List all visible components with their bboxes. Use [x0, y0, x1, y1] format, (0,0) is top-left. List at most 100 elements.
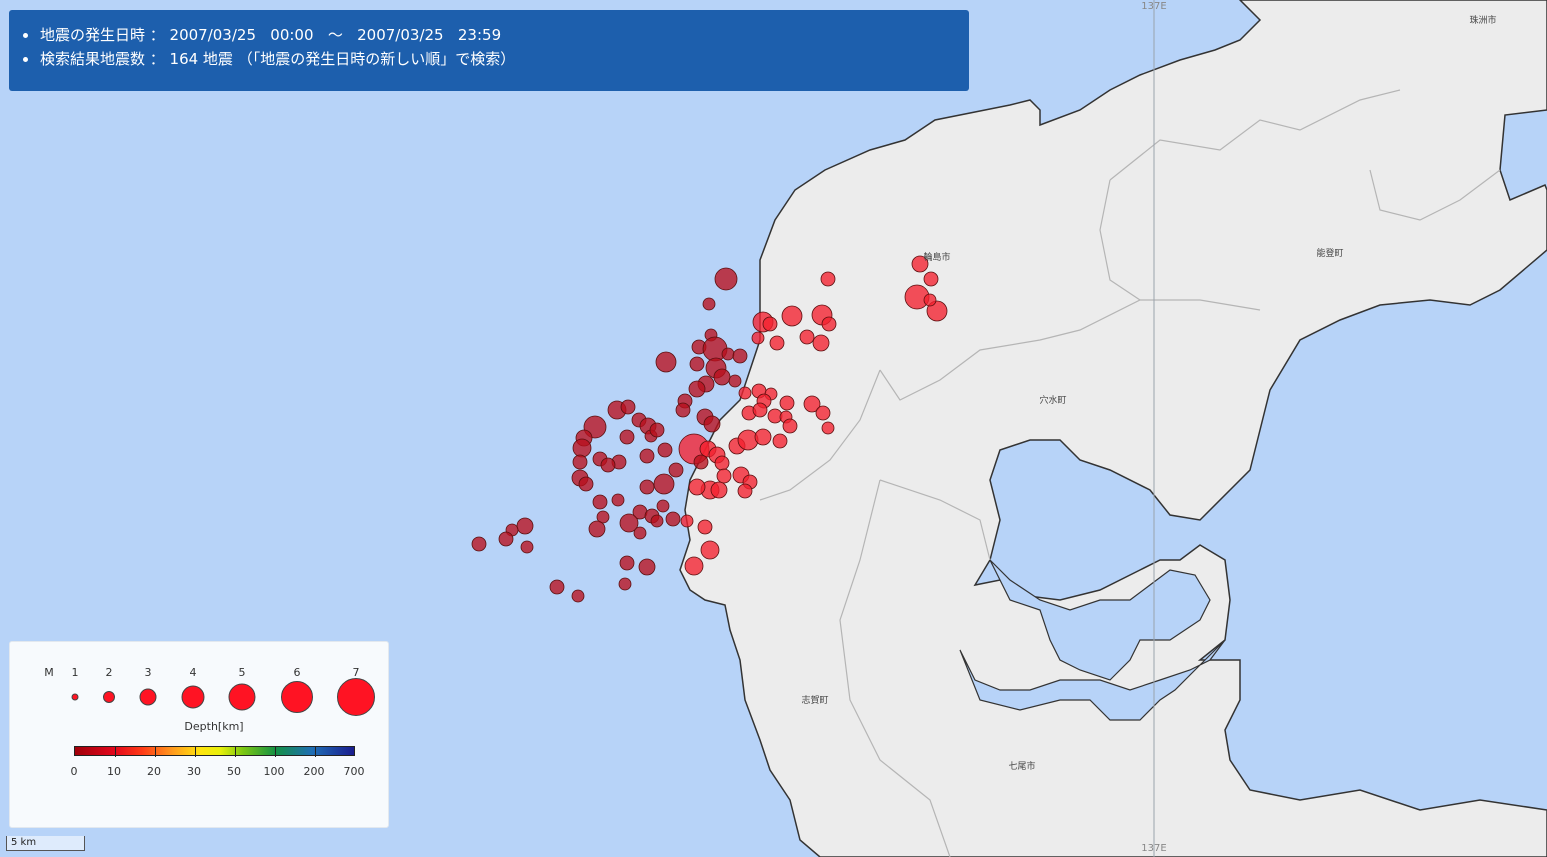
earthquake-marker[interactable] [737, 483, 753, 499]
earthquake-marker[interactable] [675, 402, 691, 418]
earthquake-marker[interactable] [714, 267, 738, 291]
search-result-banner: 地震の発生日時 ： 2007/03/25 00:00 ～ 2007/03/25 … [9, 10, 969, 91]
earthquake-marker[interactable] [738, 386, 752, 400]
earthquake-marker[interactable] [702, 297, 716, 311]
earthquake-marker[interactable] [498, 531, 514, 547]
earthquake-marker[interactable] [688, 478, 706, 496]
map-label-nanao: 七尾市 [1008, 762, 1036, 772]
earthquake-marker[interactable] [710, 481, 728, 499]
earthquake-marker[interactable] [653, 473, 675, 495]
earthquake-marker[interactable] [665, 511, 681, 527]
depth-colorbar [74, 746, 355, 757]
earthquake-marker[interactable] [769, 335, 785, 351]
earthquake-marker[interactable] [549, 579, 565, 595]
earthquake-marker[interactable] [619, 555, 635, 571]
earthquake-marker[interactable] [655, 351, 677, 373]
earthquake-marker[interactable] [799, 329, 815, 345]
depth-tick-0: 0 [70, 765, 78, 778]
magnitude-6-label: 6 [293, 666, 301, 679]
map-label-anamizu: 穴水町 [1039, 396, 1067, 406]
earthquake-marker[interactable] [668, 462, 684, 478]
depth-tick-30: 30 [187, 765, 201, 778]
earthquake-marker[interactable] [716, 468, 732, 484]
depth-tick-20: 20 [147, 765, 161, 778]
magnitude-7-circle [337, 678, 375, 716]
earthquake-marker[interactable] [732, 348, 748, 364]
earthquake-marker[interactable] [821, 421, 835, 435]
legend-panel: M 1234567 Depth[km] 0 10 20 30 50 100 200 700 [9, 641, 389, 828]
earthquake-marker[interactable] [656, 499, 670, 513]
map-label-noto: 能登町 [1316, 249, 1344, 259]
earthquake-marker[interactable] [649, 422, 665, 438]
magnitude-2-circle [103, 691, 115, 703]
earthquake-marker[interactable] [923, 271, 939, 287]
earthquake-marker[interactable] [572, 454, 588, 470]
earthquake-marker[interactable] [815, 405, 831, 421]
depth-tick-10: 10 [107, 765, 121, 778]
depth-title: Depth[km] [184, 720, 244, 733]
earthquake-marker[interactable] [516, 517, 534, 535]
result-count-line: 検索結果地震数 ： 164 地震 （「地震の発生日時の新しい順」で検索） [23, 47, 969, 71]
earthquake-marker[interactable] [923, 293, 937, 307]
magnitude-4-label: 4 [189, 666, 197, 679]
earthquake-marker[interactable] [620, 399, 636, 415]
earthquake-marker[interactable] [638, 558, 656, 576]
earthquake-marker[interactable] [684, 556, 704, 576]
earthquake-marker[interactable] [639, 448, 655, 464]
earthquake-marker[interactable] [812, 334, 830, 352]
earthquake-marker[interactable] [721, 347, 735, 361]
earthquake-marker[interactable] [752, 402, 768, 418]
earthquake-marker[interactable] [571, 589, 585, 603]
earthquake-marker[interactable] [657, 442, 673, 458]
meridian-label-top: 137E [1141, 1, 1167, 12]
earthquake-marker[interactable] [680, 514, 694, 528]
earthquake-marker[interactable] [700, 540, 720, 560]
earthquake-marker[interactable] [611, 493, 625, 507]
earthquake-marker[interactable] [821, 316, 837, 332]
magnitude-3-circle [139, 688, 157, 706]
depth-tick-50: 50 [227, 765, 241, 778]
earthquake-marker[interactable] [588, 520, 606, 538]
magnitude-3-label: 3 [144, 666, 152, 679]
earthquake-marker[interactable] [471, 536, 487, 552]
earthquake-marker[interactable] [578, 476, 594, 492]
map-label-shika: 志賀町 [801, 696, 829, 706]
earthquake-marker[interactable] [754, 428, 772, 446]
magnitude-5-circle [228, 683, 256, 711]
date-range-text: 地震の発生日時 ： 2007/03/25 00:00 ～ 2007/03/25 … [40, 26, 502, 44]
earthquake-marker[interactable] [688, 380, 706, 398]
scale-bar: 5 km [6, 836, 85, 851]
bullet-icon [23, 56, 28, 62]
map-label-suzu: 珠洲市 [1469, 16, 1497, 26]
earthquake-marker[interactable] [697, 519, 713, 535]
magnitude-1-circle [71, 693, 79, 701]
earthquake-marker[interactable] [703, 415, 721, 433]
earthquake-marker[interactable] [728, 374, 742, 388]
depth-tick-700: 700 [343, 765, 365, 778]
earthquake-marker[interactable] [650, 514, 664, 528]
earthquake-marker[interactable] [779, 395, 795, 411]
earthquake-marker[interactable] [639, 479, 655, 495]
earthquake-marker[interactable] [689, 356, 705, 372]
magnitude-4-circle [181, 685, 205, 709]
earthquake-marker[interactable] [762, 316, 778, 332]
earthquake-marker[interactable] [772, 433, 788, 449]
earthquake-marker[interactable] [592, 494, 608, 510]
earthquake-marker[interactable] [572, 438, 592, 458]
earthquake-marker[interactable] [633, 526, 647, 540]
earthquake-marker[interactable] [737, 429, 759, 451]
earthquake-marker[interactable] [619, 429, 635, 445]
earthquake-marker[interactable] [693, 454, 709, 470]
earthquake-marker[interactable] [713, 368, 731, 386]
earthquake-marker[interactable] [751, 331, 765, 345]
earthquake-marker[interactable] [782, 418, 798, 434]
magnitude-1-label: 1 [71, 666, 79, 679]
earthquake-marker[interactable] [600, 457, 616, 473]
earthquake-marker[interactable] [820, 271, 836, 287]
earthquake-marker[interactable] [618, 577, 632, 591]
magnitude-2-label: 2 [105, 666, 113, 679]
earthquake-marker[interactable] [714, 455, 730, 471]
earthquake-marker[interactable] [520, 540, 534, 554]
result-count-text: 検索結果地震数 ： 164 地震 （「地震の発生日時の新しい順」で検索） [40, 50, 516, 68]
earthquake-marker[interactable] [781, 305, 803, 327]
